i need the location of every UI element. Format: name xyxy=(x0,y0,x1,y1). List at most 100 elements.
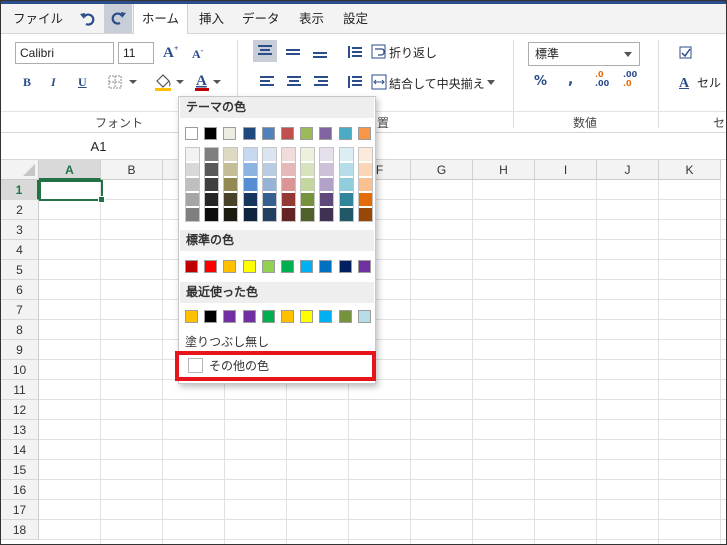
theme-color-swatch[interactable] xyxy=(281,127,294,140)
standard-color-swatch[interactable] xyxy=(243,260,256,273)
column-header-b[interactable]: B xyxy=(101,160,163,180)
standard-color-swatch[interactable] xyxy=(281,260,294,273)
theme-shade-swatch[interactable] xyxy=(224,208,237,221)
row-header-6[interactable]: 6 xyxy=(1,280,39,300)
theme-shade-swatch[interactable] xyxy=(301,148,314,161)
merge-center-button[interactable] xyxy=(371,74,387,93)
number-format-select[interactable]: 標準 xyxy=(528,42,640,66)
column-header-j[interactable]: J xyxy=(597,160,659,180)
theme-color-swatch[interactable] xyxy=(204,127,217,140)
theme-shade-swatch[interactable] xyxy=(263,148,276,161)
theme-shade-swatch[interactable] xyxy=(340,208,353,221)
theme-shade-swatch[interactable] xyxy=(205,193,218,206)
row-header-17[interactable]: 17 xyxy=(1,500,39,520)
menu-file[interactable]: ファイル xyxy=(13,4,63,33)
menu-insert[interactable]: 挿入 xyxy=(199,4,224,33)
align-top-button[interactable] xyxy=(253,40,277,62)
theme-shade-swatch[interactable] xyxy=(224,163,237,176)
theme-shade-swatch[interactable] xyxy=(320,193,333,206)
align-left-button[interactable] xyxy=(258,74,276,93)
theme-shade-swatch[interactable] xyxy=(359,163,372,176)
theme-shade-swatch[interactable] xyxy=(340,148,353,161)
recent-color-swatch[interactable] xyxy=(300,310,313,323)
theme-shade-swatch[interactable] xyxy=(320,178,333,191)
standard-color-swatch[interactable] xyxy=(262,260,275,273)
no-fill-option[interactable]: 塗りつぶし無し xyxy=(185,333,269,350)
active-cell-a1[interactable] xyxy=(39,180,105,203)
theme-shade-swatch[interactable] xyxy=(301,193,314,206)
recent-color-swatch[interactable] xyxy=(358,310,371,323)
align-middle-button[interactable] xyxy=(283,43,303,64)
theme-shade-swatch[interactable] xyxy=(320,148,333,161)
border-button[interactable] xyxy=(105,73,141,94)
row-header-4[interactable]: 4 xyxy=(1,240,39,260)
align-right-button[interactable] xyxy=(312,74,330,93)
theme-shade-swatch[interactable] xyxy=(205,148,218,161)
standard-color-swatch[interactable] xyxy=(319,260,332,273)
menu-view[interactable]: 表示 xyxy=(299,4,324,33)
menu-settings[interactable]: 設定 xyxy=(343,4,368,33)
standard-color-swatch[interactable] xyxy=(300,260,313,273)
row-header-11[interactable]: 11 xyxy=(1,380,39,400)
column-header-k[interactable]: K xyxy=(659,160,721,180)
recent-color-swatch[interactable] xyxy=(243,310,256,323)
column-header-h[interactable]: H xyxy=(473,160,535,180)
grow-font-button[interactable]: A+ xyxy=(163,44,178,62)
recent-color-swatch[interactable] xyxy=(223,310,236,323)
theme-shade-swatch[interactable] xyxy=(205,163,218,176)
standard-color-swatch[interactable] xyxy=(223,260,236,273)
align-bottom-button[interactable] xyxy=(310,43,330,64)
redo-button[interactable] xyxy=(104,4,132,33)
theme-shade-swatch[interactable] xyxy=(244,178,257,191)
theme-color-swatch[interactable] xyxy=(358,127,371,140)
font-name-input[interactable]: Calibri xyxy=(15,42,114,64)
align-center-button[interactable] xyxy=(285,74,303,93)
column-header-g[interactable]: G xyxy=(411,160,473,180)
theme-color-swatch[interactable] xyxy=(185,127,198,140)
theme-shade-swatch[interactable] xyxy=(186,193,199,206)
merge-dropdown-icon[interactable] xyxy=(487,80,495,85)
row-header-13[interactable]: 13 xyxy=(1,420,39,440)
theme-shade-swatch[interactable] xyxy=(301,163,314,176)
row-header-1[interactable]: 1 xyxy=(1,180,39,200)
checkbox-icon[interactable] xyxy=(679,46,693,63)
theme-shade-swatch[interactable] xyxy=(244,148,257,161)
row-header-10[interactable]: 10 xyxy=(1,360,39,380)
theme-color-swatch[interactable] xyxy=(262,127,275,140)
percent-button[interactable]: % xyxy=(534,74,547,89)
menu-home[interactable]: ホーム xyxy=(133,4,188,34)
theme-shade-swatch[interactable] xyxy=(263,163,276,176)
theme-shade-swatch[interactable] xyxy=(244,163,257,176)
select-all-corner[interactable] xyxy=(1,160,39,180)
row-header-7[interactable]: 7 xyxy=(1,300,39,320)
recent-color-swatch[interactable] xyxy=(185,310,198,323)
standard-color-swatch[interactable] xyxy=(185,260,198,273)
cell-style-button[interactable]: A セル xyxy=(679,74,721,92)
fill-color-button[interactable] xyxy=(152,71,188,96)
row-header-3[interactable]: 3 xyxy=(1,220,39,240)
indent-button[interactable] xyxy=(346,43,364,64)
theme-shade-swatch[interactable] xyxy=(359,178,372,191)
theme-shade-swatch[interactable] xyxy=(186,163,199,176)
font-color-button[interactable]: A xyxy=(194,71,224,96)
theme-color-swatch[interactable] xyxy=(223,127,236,140)
theme-shade-swatch[interactable] xyxy=(263,208,276,221)
column-header-a[interactable]: A xyxy=(39,160,101,180)
row-header-9[interactable]: 9 xyxy=(1,340,39,360)
row-header-16[interactable]: 16 xyxy=(1,480,39,500)
row-header-12[interactable]: 12 xyxy=(1,400,39,420)
theme-color-swatch[interactable] xyxy=(319,127,332,140)
theme-shade-swatch[interactable] xyxy=(205,208,218,221)
theme-shade-swatch[interactable] xyxy=(205,178,218,191)
row-header-2[interactable]: 2 xyxy=(1,200,39,220)
theme-shade-swatch[interactable] xyxy=(224,178,237,191)
column-header-i[interactable]: I xyxy=(535,160,597,180)
theme-shade-swatch[interactable] xyxy=(186,178,199,191)
undo-icon[interactable] xyxy=(77,9,99,29)
comma-button[interactable]: , xyxy=(568,72,573,88)
recent-color-swatch[interactable] xyxy=(281,310,294,323)
theme-shade-swatch[interactable] xyxy=(263,193,276,206)
theme-shade-swatch[interactable] xyxy=(301,178,314,191)
theme-shade-swatch[interactable] xyxy=(282,178,295,191)
theme-shade-swatch[interactable] xyxy=(282,148,295,161)
